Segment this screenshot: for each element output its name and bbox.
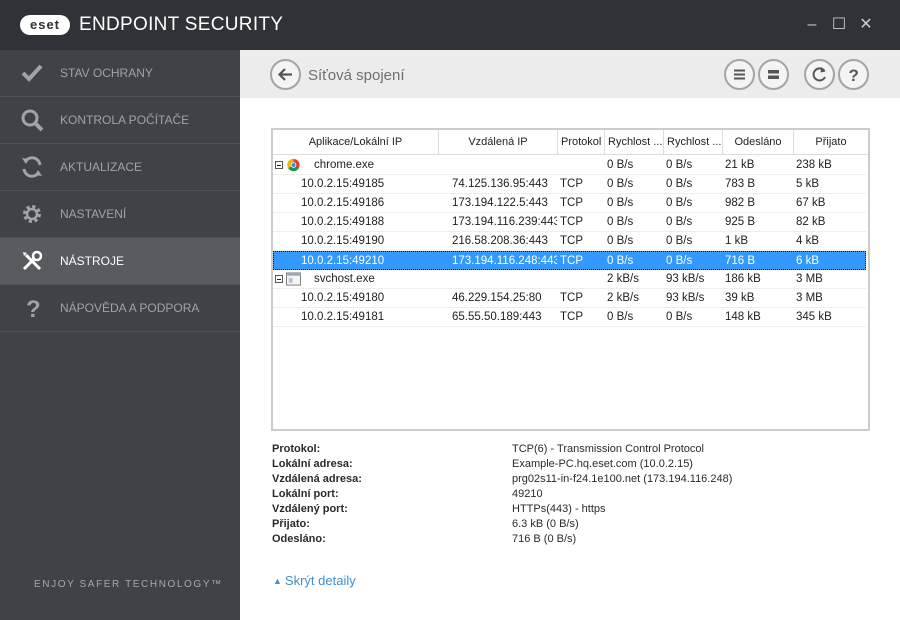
detail-value: HTTPs(443) - https — [512, 503, 606, 515]
column-header[interactable]: Rychlost ... — [605, 130, 664, 155]
sidebar: STAV OCHRANY KONTROLA POČÍTAČE AKTUALIZA… — [0, 50, 240, 620]
sidebar-item-tools[interactable]: NÁSTROJE — [0, 238, 240, 285]
table-header: Aplikace/Lokální IP Vzdálená IP Protokol… — [273, 130, 868, 155]
detail-label: Vzdálený port: — [272, 503, 348, 515]
eset-logo: eset — [20, 15, 70, 35]
collapse-toggle[interactable] — [275, 275, 283, 283]
sidebar-item-label: AKTUALIZACE — [60, 160, 143, 174]
table-row-selected[interactable]: 10.0.2.15:49210 173.194.116.248:443 TCP … — [273, 251, 866, 270]
column-header[interactable]: Vzdálená IP — [439, 130, 558, 155]
sidebar-item-computer-scan[interactable]: KONTROLA POČÍTAČE — [0, 97, 240, 144]
detail-label: Lokální port: — [272, 488, 339, 500]
checkmark-icon — [21, 64, 43, 82]
window-app-icon — [286, 272, 301, 286]
table-row[interactable]: 10.0.2.15:49186 173.194.122.5:443 TCP 0 … — [273, 194, 866, 213]
detail-label: Lokální adresa: — [272, 458, 353, 470]
collapse-toggle[interactable] — [275, 161, 283, 169]
table-row[interactable]: 10.0.2.15:49190 216.58.208.36:443 TCP 0 … — [273, 232, 866, 251]
back-arrow-icon — [277, 68, 292, 81]
refresh-button[interactable] — [804, 59, 835, 90]
detail-value: Example-PC.hq.eset.com (10.0.2.15) — [512, 458, 693, 470]
table-row[interactable]: chrome.exe 0 B/s 0 B/s 21 kB 238 kB — [273, 156, 866, 175]
sidebar-item-label: NASTAVENÍ — [60, 207, 127, 221]
back-button[interactable] — [270, 59, 301, 90]
detail-value: 49210 — [512, 488, 543, 500]
connections-table[interactable]: Aplikace/Lokální IP Vzdálená IP Protokol… — [271, 128, 870, 431]
table-row[interactable]: 10.0.2.15:49188 173.194.116.239:443 TCP … — [273, 213, 866, 232]
column-header[interactable]: Odesláno — [723, 130, 794, 155]
hide-details-link[interactable]: ▲ Skrýt detaily — [273, 573, 356, 588]
column-header[interactable]: Přijato — [794, 130, 868, 155]
sidebar-item-label: KONTROLA POČÍTAČE — [60, 113, 190, 127]
list-menu-icon — [734, 69, 745, 80]
app-name: chrome.exe — [314, 159, 375, 171]
hide-details-label: Skrýt detaily — [284, 573, 356, 588]
minimize-button[interactable]: – — [802, 14, 822, 36]
column-header[interactable]: Rychlost ... — [664, 130, 723, 155]
title-bar: eset ENDPOINT SECURITY – ☐ ✕ — [0, 0, 900, 50]
collapse-icon — [768, 70, 779, 79]
app-name: svchost.exe — [314, 273, 375, 285]
sidebar-item-label: STAV OCHRANY — [60, 66, 153, 80]
refresh-icon — [812, 67, 826, 82]
detail-value: 6.3 kB (0 B/s) — [512, 518, 579, 530]
sidebar-item-help-support[interactable]: ? NÁPOVĚDA A PODPORA — [0, 285, 240, 332]
sidebar-item-update[interactable]: AKTUALIZACE — [0, 144, 240, 191]
table-row[interactable]: 10.0.2.15:49180 46.229.154.25:80 TCP 2 k… — [273, 289, 866, 308]
page-title: Síťová spojení — [308, 67, 405, 84]
help-button[interactable]: ? — [838, 59, 869, 90]
detail-value: prg02s11-in-f24.1e100.net (173.194.116.2… — [512, 473, 733, 485]
search-icon — [21, 109, 44, 132]
maximize-button[interactable]: ☐ — [829, 14, 849, 36]
detail-label: Odesláno: — [272, 533, 326, 545]
svg-text:?: ? — [849, 66, 859, 85]
chrome-icon — [287, 158, 300, 172]
table-row[interactable]: 10.0.2.15:49185 74.125.136.95:443 TCP 0 … — [273, 175, 866, 194]
gear-icon — [23, 205, 41, 223]
detail-value: 716 B (0 B/s) — [512, 533, 577, 545]
sidebar-item-settings[interactable]: NASTAVENÍ — [0, 191, 240, 238]
tagline: ENJOY SAFER TECHNOLOGY™ — [34, 579, 223, 590]
detail-label: Přijato: — [272, 518, 310, 530]
help-icon: ? — [849, 66, 859, 85]
tools-icon — [22, 250, 43, 271]
close-button[interactable]: ✕ — [856, 14, 876, 36]
sidebar-item-protection-status[interactable]: STAV OCHRANY — [0, 50, 240, 97]
app-title: ENDPOINT SECURITY — [79, 14, 284, 35]
sidebar-item-label: NÁSTROJE — [60, 254, 125, 268]
column-header[interactable]: Aplikace/Lokální IP — [273, 130, 439, 155]
detail-label: Vzdálená adresa: — [272, 473, 362, 485]
triangle-up-icon: ▲ — [273, 576, 282, 586]
page-header: Síťová spojení ? — [240, 50, 900, 98]
detail-label: Protokol: — [272, 443, 321, 455]
column-header[interactable]: Protokol — [558, 130, 605, 155]
question-icon: ? — [26, 296, 41, 320]
table-row[interactable]: svchost.exe 2 kB/s 93 kB/s 186 kB 3 MB — [273, 270, 866, 289]
detail-value: TCP(6) - Transmission Control Protocol — [512, 443, 704, 455]
list-menu-button[interactable] — [724, 59, 755, 90]
svg-text:?: ? — [26, 296, 41, 320]
collapse-button[interactable] — [758, 59, 789, 90]
table-row[interactable]: 10.0.2.15:49181 65.55.50.189:443 TCP 0 B… — [273, 308, 866, 327]
refresh-icon — [22, 156, 42, 178]
sidebar-item-label: NÁPOVĚDA A PODPORA — [60, 301, 200, 315]
